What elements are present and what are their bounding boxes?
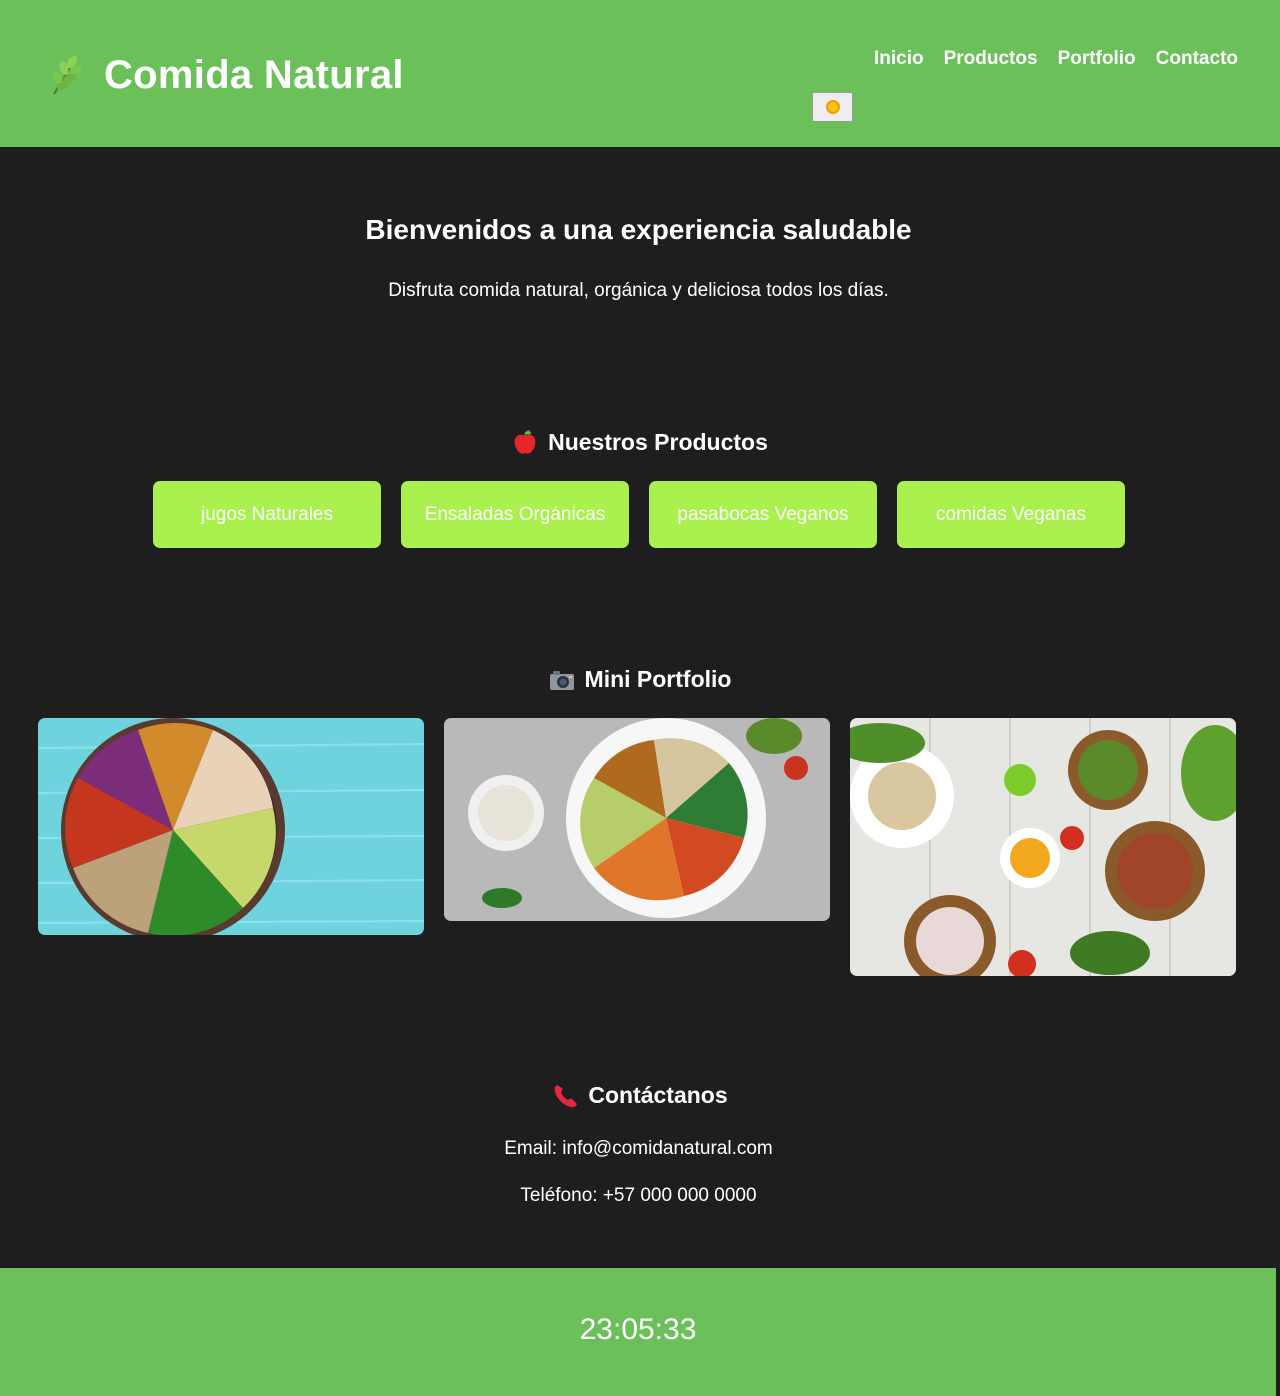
contact-phone: Teléfono: +57 000 000 0000 (520, 1185, 757, 1206)
main-nav: Inicio Productos Portfolio Contacto (874, 48, 1238, 70)
theme-toggle-button[interactable] (812, 92, 853, 122)
nav-link-portfolio[interactable]: Portfolio (1058, 48, 1136, 70)
product-list: jugos Naturales Ensaladas Orgánicas pasa… (153, 481, 1125, 548)
portfolio-image-1[interactable] (38, 718, 424, 935)
contact-title: Contáctanos (0, 1082, 1280, 1109)
vegan-bowl-image (444, 718, 830, 921)
portfolio-title-text: Mini Portfolio (584, 666, 732, 692)
portfolio-image-2[interactable] (444, 718, 830, 921)
bowl-with-chicken-image (38, 718, 424, 935)
hero-subtitle: Disfruta comida natural, orgánica y deli… (388, 280, 889, 301)
logo[interactable]: Comida Natural (48, 52, 404, 98)
contact-title-text: Contáctanos (588, 1082, 728, 1108)
hero-title: Bienvenidos a una experiencia saludable (365, 214, 912, 245)
nav-link-contacto[interactable]: Contacto (1156, 48, 1238, 70)
product-button-pasabocas[interactable]: pasabocas Veganos (649, 481, 877, 548)
herb-icon (53, 55, 83, 95)
nav-link-inicio[interactable]: Inicio (874, 48, 924, 70)
product-button-ensaladas[interactable]: Ensaladas Orgánicas (401, 481, 629, 548)
products-title-text: Nuestros Productos (548, 429, 768, 455)
contact-email: Email: info@comidanatural.com (504, 1138, 773, 1159)
site-footer: 23:05:33 (0, 1268, 1276, 1396)
nav-link-productos[interactable]: Productos (944, 48, 1038, 70)
apple-icon (514, 429, 536, 454)
phone-icon (554, 1084, 578, 1107)
portfolio-image-3[interactable] (850, 718, 1236, 976)
portfolio-title: Mini Portfolio (0, 666, 1280, 693)
table-spread-image (850, 718, 1236, 976)
products-title: Nuestros Productos (0, 429, 1280, 456)
logo-text: Comida Natural (104, 52, 404, 97)
product-button-jugos[interactable]: jugos Naturales (153, 481, 381, 548)
footer-clock: 23:05:33 (579, 1313, 697, 1346)
camera-icon (549, 670, 574, 690)
sun-icon (825, 100, 840, 114)
site-header: Comida Natural Inicio Productos Portfoli… (0, 0, 1280, 147)
product-button-comidas[interactable]: comidas Veganas (897, 481, 1125, 548)
